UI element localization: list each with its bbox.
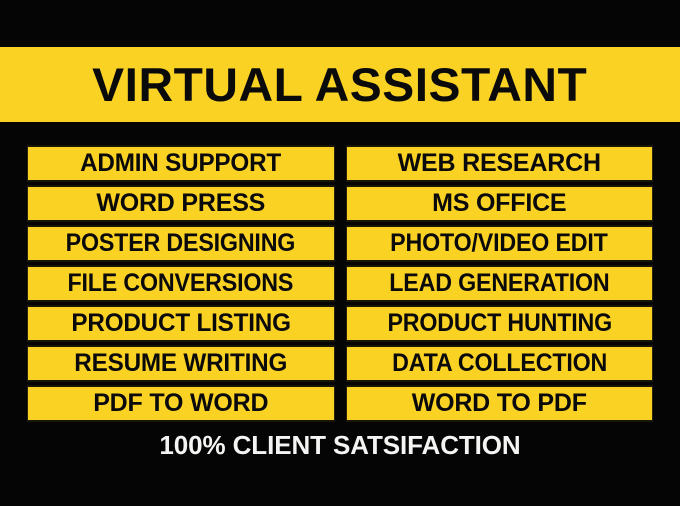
service-pill-web-research[interactable]: WEB RESEARCH [345, 145, 653, 182]
service-label: DATA COLLECTION [391, 349, 607, 377]
service-label: WEB RESEARCH [397, 149, 601, 177]
service-label: LEAD GENERATION [389, 269, 610, 297]
service-label: PDF TO WORD [93, 389, 269, 417]
service-label: PRODUCT LISTING [71, 309, 291, 337]
service-row: WORD PRESS MS OFFICE [27, 185, 653, 222]
footer-banner: 100% CLIENT SATSIFACTION [0, 428, 680, 462]
virtual-assistant-poster: VIRTUAL ASSISTANT ADMIN SUPPORT WEB RESE… [0, 0, 680, 506]
service-row: PDF TO WORD WORD TO PDF [27, 385, 653, 422]
service-label: MS OFFICE [432, 189, 567, 217]
service-pill-file-conversions[interactable]: FILE CONVERSIONS [27, 265, 335, 302]
service-pill-word-to-pdf[interactable]: WORD TO PDF [345, 385, 653, 422]
service-pill-pdf-to-word[interactable]: PDF TO WORD [27, 385, 335, 422]
service-label: PRODUCT HUNTING [386, 309, 612, 337]
service-row: POSTER DESIGNING PHOTO/VIDEO EDIT [27, 225, 653, 262]
service-label: FILE CONVERSIONS [67, 269, 294, 297]
service-pill-resume-writing[interactable]: RESUME WRITING [27, 345, 335, 382]
service-pill-product-listing[interactable]: PRODUCT LISTING [27, 305, 335, 342]
service-row: RESUME WRITING DATA COLLECTION [27, 345, 653, 382]
service-label: ADMIN SUPPORT [80, 149, 282, 177]
satisfaction-guarantee-text: 100% CLIENT SATSIFACTION [159, 430, 521, 460]
service-pill-product-hunting[interactable]: PRODUCT HUNTING [345, 305, 653, 342]
service-pill-lead-generation[interactable]: LEAD GENERATION [345, 265, 653, 302]
service-pill-poster-designing[interactable]: POSTER DESIGNING [27, 225, 335, 262]
service-label: PHOTO/VIDEO EDIT [390, 229, 609, 257]
service-pill-photo-video-edit[interactable]: PHOTO/VIDEO EDIT [345, 225, 653, 262]
page-title: VIRTUAL ASSISTANT [92, 58, 588, 111]
title-banner: VIRTUAL ASSISTANT [0, 47, 680, 122]
service-label: RESUME WRITING [74, 349, 288, 377]
service-pill-ms-office[interactable]: MS OFFICE [345, 185, 653, 222]
service-pill-data-collection[interactable]: DATA COLLECTION [345, 345, 653, 382]
service-pill-word-press[interactable]: WORD PRESS [27, 185, 335, 222]
service-row: ADMIN SUPPORT WEB RESEARCH [27, 145, 653, 182]
service-label: WORD TO PDF [411, 389, 587, 417]
service-row: FILE CONVERSIONS LEAD GENERATION [27, 265, 653, 302]
service-row: PRODUCT LISTING PRODUCT HUNTING [27, 305, 653, 342]
service-pill-admin-support[interactable]: ADMIN SUPPORT [27, 145, 335, 182]
services-grid: ADMIN SUPPORT WEB RESEARCH WORD PRESS MS… [27, 145, 653, 422]
service-label: POSTER DESIGNING [65, 229, 296, 257]
service-label: WORD PRESS [96, 189, 266, 217]
